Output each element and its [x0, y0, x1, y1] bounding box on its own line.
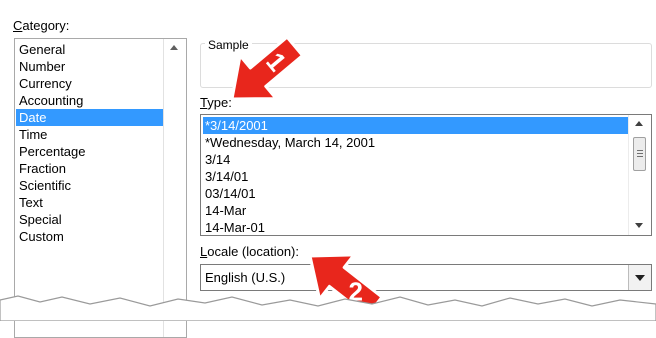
- torn-edge-decoration: [0, 295, 656, 321]
